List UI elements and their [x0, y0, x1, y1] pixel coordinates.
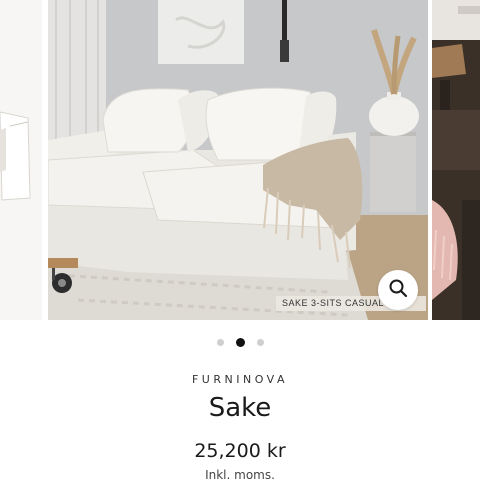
zoom-button[interactable]: [378, 270, 418, 310]
next-slide-image[interactable]: [432, 0, 480, 320]
pagination-dot-active[interactable]: [235, 338, 245, 347]
product-title: Sake: [208, 393, 272, 423]
magnifier-icon: [388, 278, 408, 303]
pagination-dot[interactable]: [216, 339, 224, 346]
carousel-pagination: [0, 338, 480, 347]
product-image-carousel[interactable]: SAKE 3-SITS CASUAL: [0, 0, 480, 322]
pagination-dot[interactable]: [256, 339, 264, 346]
product-price: 25,200 kr: [194, 440, 286, 462]
main-product-image[interactable]: [48, 0, 428, 320]
tax-note: Inkl. moms.: [205, 468, 275, 480]
previous-slide-image[interactable]: [0, 0, 42, 320]
brand-name: FURNINOVA: [191, 373, 289, 386]
